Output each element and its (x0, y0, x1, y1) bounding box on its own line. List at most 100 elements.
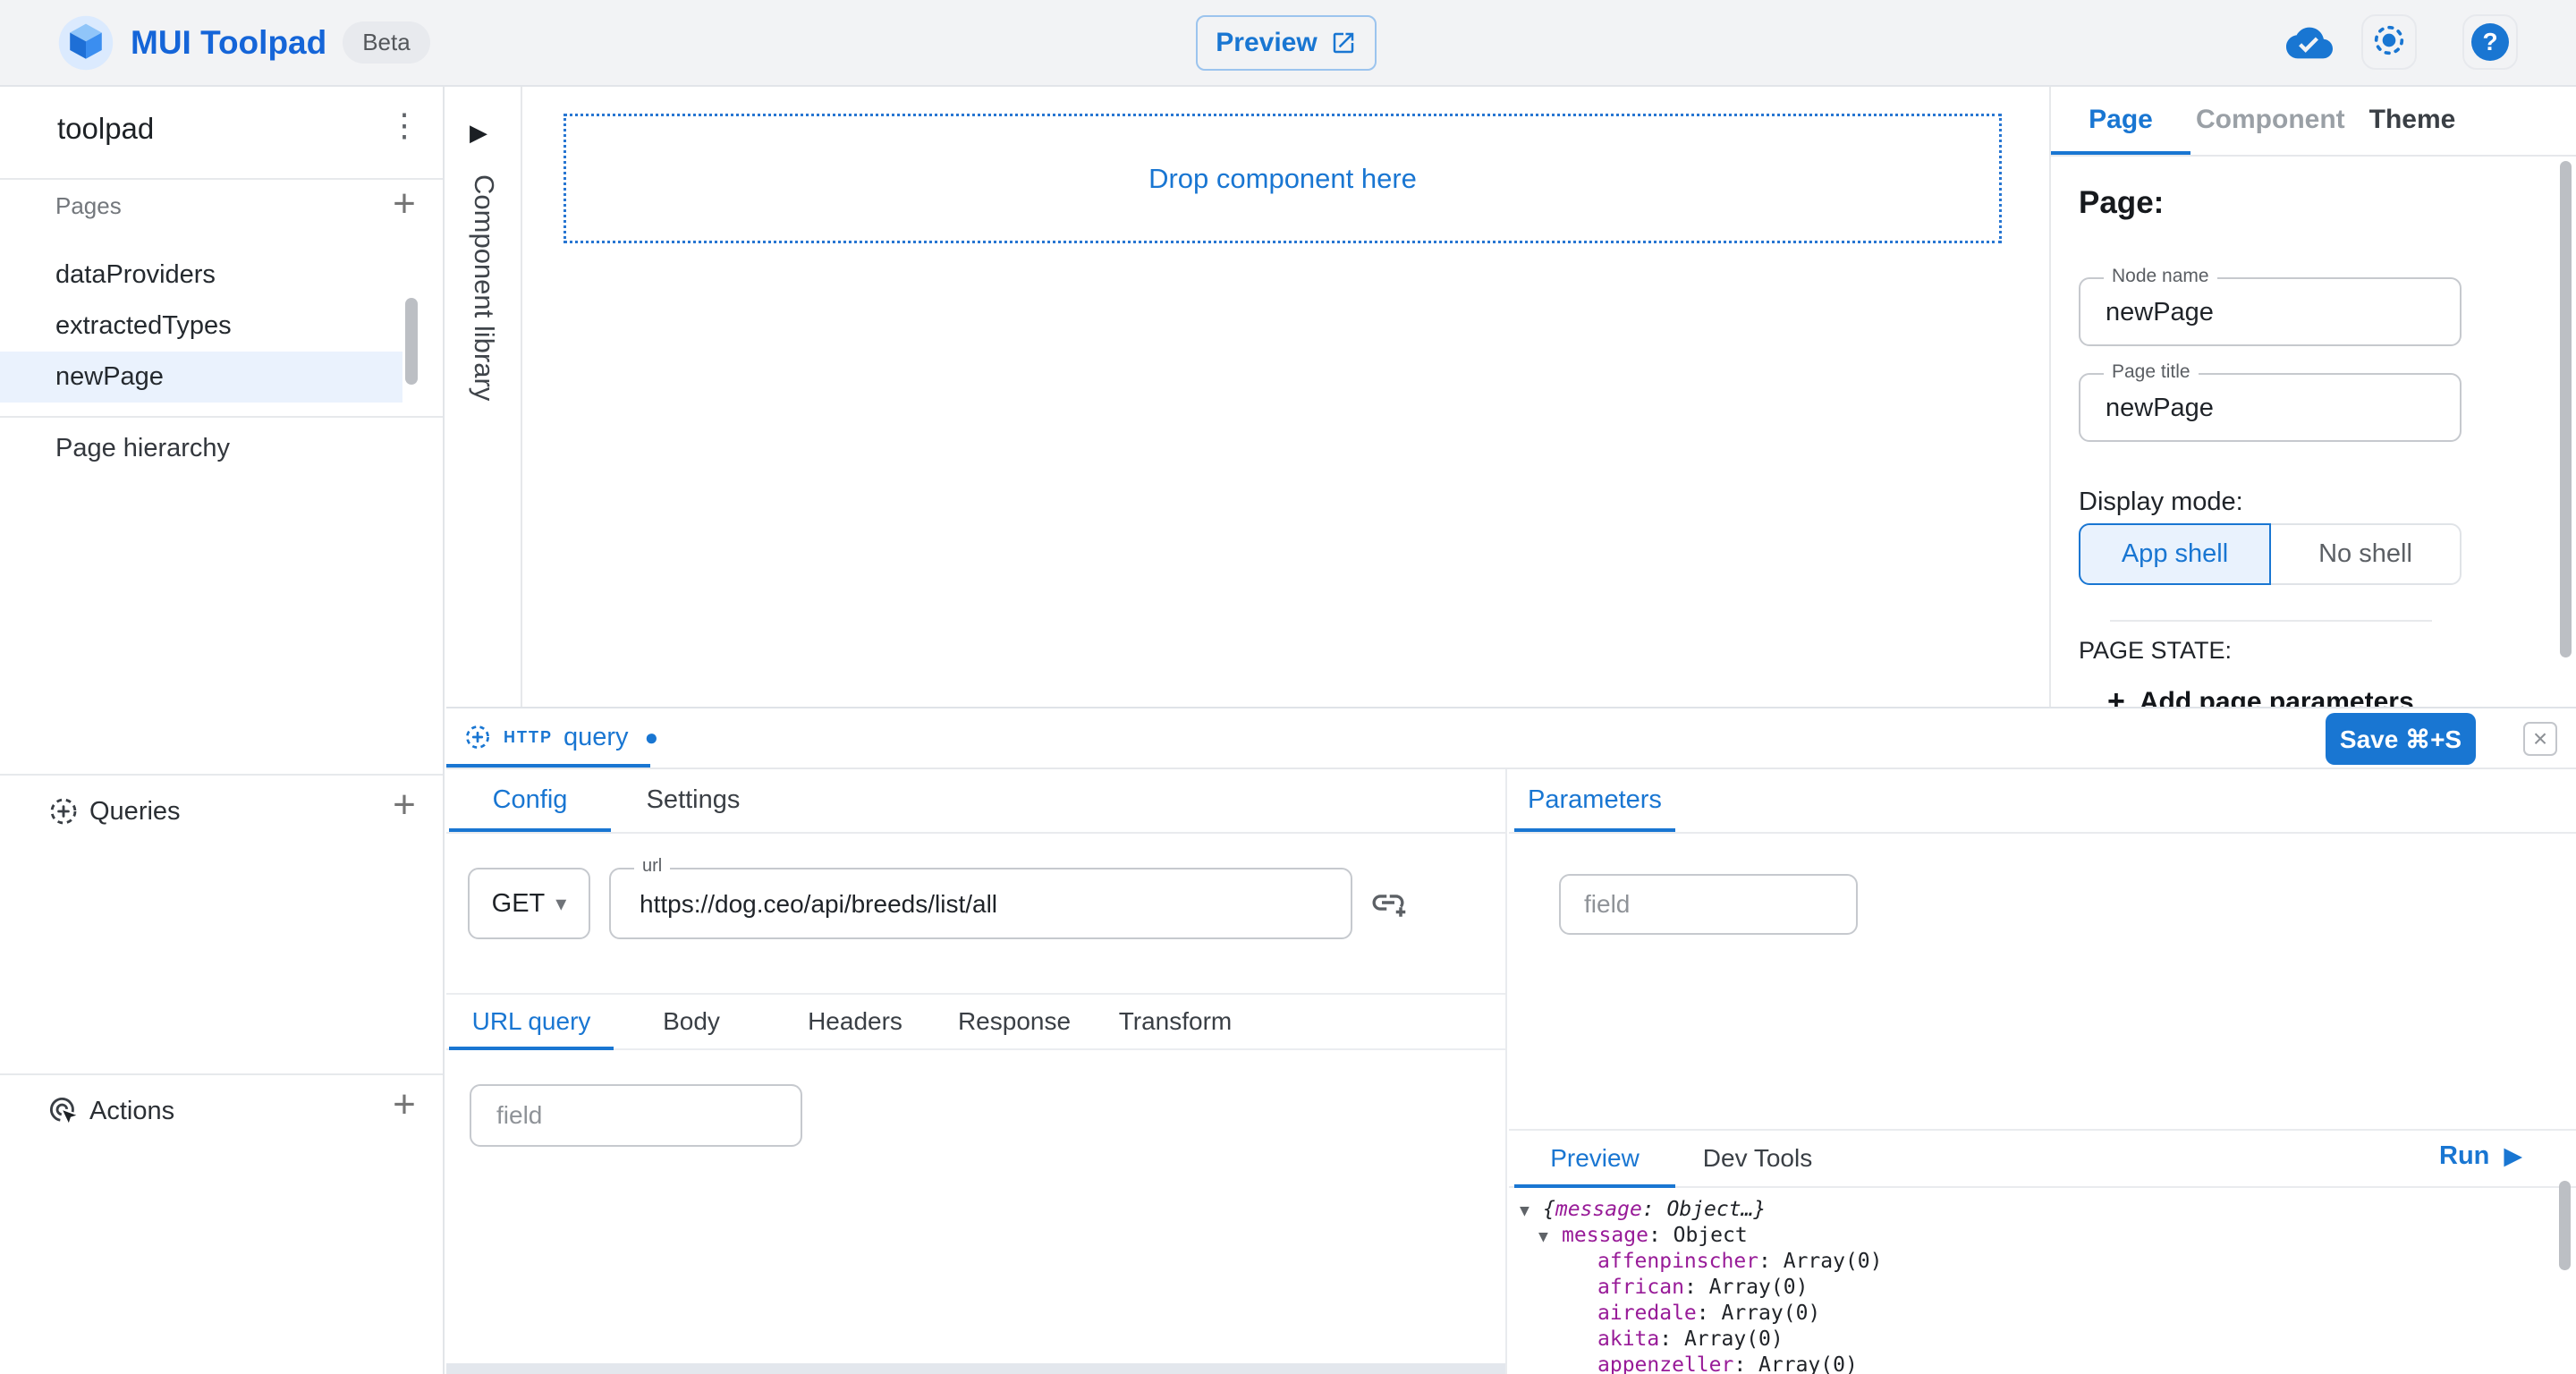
tab-dev-tools[interactable]: Dev Tools (1686, 1144, 1829, 1173)
tree-sep: : (1659, 1327, 1684, 1351)
tree-sep: : (1642, 1198, 1667, 1221)
tab-settings[interactable]: Settings (622, 785, 765, 815)
page-hierarchy-item[interactable]: Page hierarchy (55, 434, 230, 463)
run-play-icon: ▶ (2504, 1142, 2522, 1170)
add-page-parameters-label: Add page parameters (2140, 687, 2414, 708)
page-title-field-wrap: Page title (2079, 373, 2462, 442)
page-title-label: Page title (2104, 361, 2199, 383)
close-icon: × (2533, 726, 2547, 751)
tab-transform[interactable]: Transform (1095, 1007, 1256, 1036)
parameters-tab-indicator (1514, 828, 1675, 832)
parameter-field-input[interactable] (1559, 874, 1858, 935)
pages-scrollbar[interactable] (405, 298, 418, 385)
tab-response[interactable]: Response (934, 1007, 1095, 1036)
query-editor-panel: HTTP query ● Save ⌘+S × Config Settings … (446, 707, 2576, 1374)
queries-section-label: Queries (89, 797, 181, 827)
method-value: GET (492, 889, 546, 919)
expand-panel-arrow-icon[interactable]: ▶ (470, 119, 487, 147)
display-mode-label: Display mode: (2079, 488, 2243, 517)
tree-value: Array(0) (1721, 1302, 1820, 1325)
tree-sep: : (1733, 1353, 1758, 1374)
query-editor-header: HTTP query ● Save ⌘+S × (446, 708, 2576, 769)
app-shell-label: App shell (2122, 539, 2228, 569)
help-button[interactable]: ? (2462, 14, 2518, 70)
tree-row-affenpinscher: affenpinscher: Array(0) (1509, 1249, 2555, 1275)
tab-headers[interactable]: Headers (773, 1007, 937, 1036)
tab-config[interactable]: Config (449, 785, 611, 815)
add-page-parameters-button[interactable]: + Add page parameters (2107, 684, 2414, 707)
preview-button-label: Preview (1216, 28, 1317, 58)
display-mode-no-shell-button[interactable]: No shell (2269, 523, 2462, 585)
help-icon: ? (2471, 23, 2509, 61)
query-right-section: Parameters Preview Dev Tools Run ▶ ▼{mes… (1509, 769, 2576, 1374)
url-query-field-input[interactable] (470, 1084, 802, 1147)
sidebar-item-newPage[interactable]: newPage (0, 352, 402, 403)
divider (2110, 620, 2432, 622)
tree-row-airedale: airedale: Array(0) (1509, 1301, 2555, 1327)
tab-component[interactable]: Component (2196, 105, 2332, 135)
tree-key: message (1562, 1224, 1648, 1247)
request-tab-bar: URL query Body Headers Response Transfor… (446, 993, 1505, 1050)
actions-icon (47, 1094, 80, 1128)
sun-icon (2371, 22, 2407, 63)
tree-key: message (1555, 1198, 1642, 1221)
config-tab-bar: Config Settings (446, 769, 1505, 834)
query-tab[interactable]: HTTP query ● (462, 708, 658, 766)
cloud-done-icon[interactable] (2286, 20, 2333, 66)
close-panel-button[interactable]: × (2523, 722, 2557, 756)
canvas: Drop component here (522, 87, 2049, 707)
tree-row-message[interactable]: ▼message: Object (1509, 1223, 2555, 1249)
tab-body[interactable]: Body (624, 1007, 758, 1036)
save-button-label: Save ⌘+S (2340, 725, 2462, 754)
method-select[interactable]: GET ▾ (468, 868, 590, 939)
inspector-panel: Page Component Theme Page: Node name Pag… (2049, 87, 2576, 707)
display-mode-app-shell-button[interactable]: App shell (2079, 523, 2271, 585)
no-shell-label: No shell (2318, 539, 2412, 569)
app-header: MUI Toolpad Beta Preview (0, 0, 2576, 87)
run-button-label: Run (2439, 1141, 2489, 1171)
plus-icon: + (2107, 684, 2125, 707)
unsaved-dot-icon: ● (645, 724, 659, 751)
inspector-scrollbar[interactable] (2560, 161, 2572, 657)
add-query-button[interactable]: + (385, 783, 424, 827)
horizontal-scrollbar[interactable] (446, 1363, 1505, 1374)
sidebar-item-dataProviders[interactable]: dataProviders (0, 250, 402, 301)
tree-row-root[interactable]: ▼{message: Object…} (1509, 1197, 2555, 1223)
preview-button[interactable]: Preview (1196, 15, 1377, 71)
result-tab-indicator (1514, 1184, 1675, 1188)
save-button[interactable]: Save ⌘+S (2326, 713, 2476, 765)
add-link-icon[interactable] (1369, 884, 1407, 921)
tree-value: Object…} (1667, 1198, 1767, 1221)
project-menu-kebab-icon[interactable]: ⋮ (386, 106, 422, 144)
expand-arrow-icon[interactable]: ▼ (1520, 1198, 1543, 1224)
node-name-input[interactable] (2104, 297, 2438, 328)
tree-row-akita: akita: Array(0) (1509, 1327, 2555, 1353)
tab-preview[interactable]: Preview (1514, 1144, 1675, 1173)
drop-zone-label: Drop component here (1148, 163, 1417, 195)
tree-key: appenzeller (1597, 1353, 1733, 1374)
add-action-button[interactable]: + (385, 1082, 424, 1127)
tree-value: Array(0) (1784, 1250, 1883, 1273)
run-button[interactable]: Run ▶ (2439, 1141, 2522, 1171)
expand-arrow-icon[interactable]: ▼ (1538, 1224, 1562, 1250)
tab-page[interactable]: Page (2051, 105, 2190, 135)
tab-url-query[interactable]: URL query (449, 1007, 614, 1036)
tab-parameters[interactable]: Parameters (1514, 785, 1675, 815)
dropdown-arrow-icon: ▾ (555, 891, 566, 917)
sidebar-item-extractedTypes[interactable]: extractedTypes (0, 301, 402, 352)
page-title-input[interactable] (2104, 393, 2438, 424)
mui-toolpad-app: MUI Toolpad Beta Preview (0, 0, 2576, 1374)
tree-value: Array(0) (1758, 1353, 1858, 1374)
query-protocol-label: HTTP (504, 728, 553, 747)
add-page-button[interactable]: + (385, 182, 424, 226)
drop-zone[interactable]: Drop component here (564, 114, 2002, 243)
url-input[interactable] (638, 889, 1321, 920)
url-label: url (634, 856, 670, 877)
theme-toggle-button[interactable] (2361, 14, 2417, 70)
query-tab-indicator (446, 764, 650, 768)
queries-icon (47, 794, 80, 828)
tree-sep: : (1758, 1250, 1784, 1273)
inspector-heading: Page: (2079, 185, 2164, 221)
tab-theme[interactable]: Theme (2351, 105, 2473, 135)
result-scrollbar[interactable] (2559, 1181, 2571, 1270)
